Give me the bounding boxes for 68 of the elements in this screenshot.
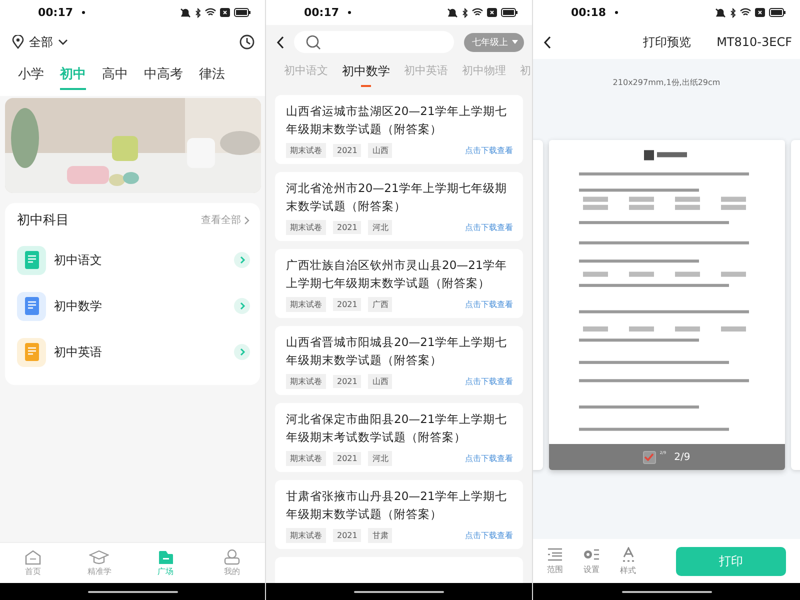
paper-tag: 期末试卷 — [286, 374, 326, 389]
subject-tab[interactable]: 初中语文 — [284, 63, 328, 87]
paper-title: 广西壮族自治区钦州市灵山县20—21学年上学期七年级期末数学试题（附答案） — [286, 257, 508, 292]
paper-tag: 期末试卷 — [286, 143, 326, 158]
paper-card[interactable]: 山西省运城市盐湖区20—21学年上学期七年级期末数学试题（附答案） 期末试卷 2021 山西 点击下载查看 — [275, 95, 523, 164]
print-button[interactable]: 打印 — [676, 546, 786, 576]
nav-item[interactable]: 我的 — [224, 566, 240, 577]
paper-tag: 河北 — [368, 220, 392, 235]
paper-tag: 2021 — [333, 375, 362, 388]
level-tab[interactable]: 小学 — [18, 65, 44, 90]
paper-tag: 2021 — [333, 452, 362, 465]
nav-item[interactable]: 首页 — [25, 566, 42, 576]
status-time: 00:18 — [571, 6, 606, 19]
paper-title: 河北省保定市曲阳县20—21学年上学期七年级期末考试数学试题（附答案） — [286, 411, 508, 446]
paper-card[interactable]: 山西省晋城市阳城县20—21学年上学期七年级期末数学试题（附答案） 期末试卷 2021 山西 点击下载查看 — [275, 326, 523, 395]
paper-tag: 甘肃 — [368, 528, 392, 543]
location-selector[interactable]: 全部 — [29, 34, 53, 50]
download-link[interactable]: 点击下载查看 — [465, 299, 513, 310]
screen-title: 打印预览 — [643, 34, 691, 50]
paper-tag: 2021 — [333, 529, 362, 542]
paper-card[interactable]: 甘肃省张掖市山丹县20—21学年上学期七年级期末数学试题（附答案） 期末试卷 2021 甘肃 点击下载查看 — [275, 480, 523, 549]
subject-tab[interactable]: 初中英语 — [404, 63, 448, 87]
subject-item[interactable]: 初中语文 — [54, 252, 226, 268]
paper-tag: 2021 — [333, 144, 362, 157]
paper-tag: 期末试卷 — [286, 451, 326, 466]
paper-title: 山西省运城市盐湖区20—21学年上学期七年级期末数学试题（附答案） — [286, 103, 508, 138]
paper-tag: 广西 — [368, 297, 392, 312]
nav-item[interactable]: 广场 — [158, 566, 174, 576]
page-counter: 2/9 — [674, 452, 690, 462]
subject-tab[interactable]: 初中物理 — [462, 63, 506, 87]
download-link[interactable]: 点击下载查看 — [465, 222, 513, 233]
paper-card[interactable]: 河北省保定市曲阳县20—21学年上学期七年级期末考试数学试题（附答案） 期末试卷 2021 河北 点击下载查看 — [275, 403, 523, 472]
subject-tab[interactable]: 初中数学 — [342, 63, 390, 87]
view-all-link[interactable]: 查看全部 — [201, 213, 241, 227]
paper-tag: 山西 — [368, 143, 392, 158]
status-time: 00:17 — [38, 6, 74, 19]
download-link[interactable]: 点击下载查看 — [465, 145, 513, 156]
subject-tab[interactable]: 初 — [520, 63, 531, 87]
paper-title: 甘肃省张掖市山丹县20—21学年上学期七年级期末数学试题（附答案） — [286, 488, 508, 523]
paper-title: 河北省沧州市20—21学年上学期七年级期末数学试题（附答案） — [286, 180, 508, 215]
level-tab[interactable]: 初中 — [60, 65, 86, 90]
paper-tag: 2021 — [333, 221, 362, 234]
nav-item[interactable]: 精准学 — [87, 566, 112, 576]
paper-card[interactable]: 广西壮族自治区钦州市灵山县20—21学年上学期七年级期末数学试题（附答案） 期末试卷 2021 广西 点击下载查看 — [275, 249, 523, 318]
paper-tag: 期末试卷 — [286, 528, 326, 543]
paper-tag: 山西 — [368, 374, 392, 389]
download-link[interactable]: 点击下载查看 — [465, 453, 513, 464]
toolbar-button[interactable]: 设置 — [584, 564, 600, 574]
paper-tag: 2021 — [333, 298, 362, 311]
section-title: 初中科目 — [17, 212, 70, 229]
paper-title: 山西省晋城市阳城县20—21学年上学期七年级期末数学试题（附答案） — [286, 334, 508, 369]
paper-info: 210x297mm,1份,出纸29cm — [612, 77, 720, 88]
paper-tag: 期末试卷 — [286, 297, 326, 312]
level-tab[interactable]: 律法 — [199, 65, 225, 90]
toolbar-button[interactable]: 范围 — [547, 564, 563, 574]
download-link[interactable]: 点击下载查看 — [465, 530, 513, 541]
status-time: 00:17 — [304, 6, 340, 19]
subject-item[interactable]: 初中英语 — [54, 344, 226, 360]
paper-card[interactable]: 河北省沧州市20—21学年上学期七年级期末数学试题（附答案） 期末试卷 2021 河北 点击下载查看 — [275, 172, 523, 241]
paper-tag: 河北 — [368, 451, 392, 466]
grade-dropdown[interactable]: 七年级上 — [464, 32, 524, 52]
level-tab[interactable]: 高中 — [102, 65, 128, 90]
subject-item[interactable]: 初中数学 — [54, 298, 226, 314]
paper-tag: 期末试卷 — [286, 220, 326, 235]
printer-name[interactable]: MT810-3ECF — [716, 35, 792, 49]
level-tab[interactable]: 中高考 — [144, 65, 183, 90]
download-link[interactable]: 点击下载查看 — [465, 376, 513, 387]
toolbar-button[interactable]: 样式 — [620, 564, 636, 576]
